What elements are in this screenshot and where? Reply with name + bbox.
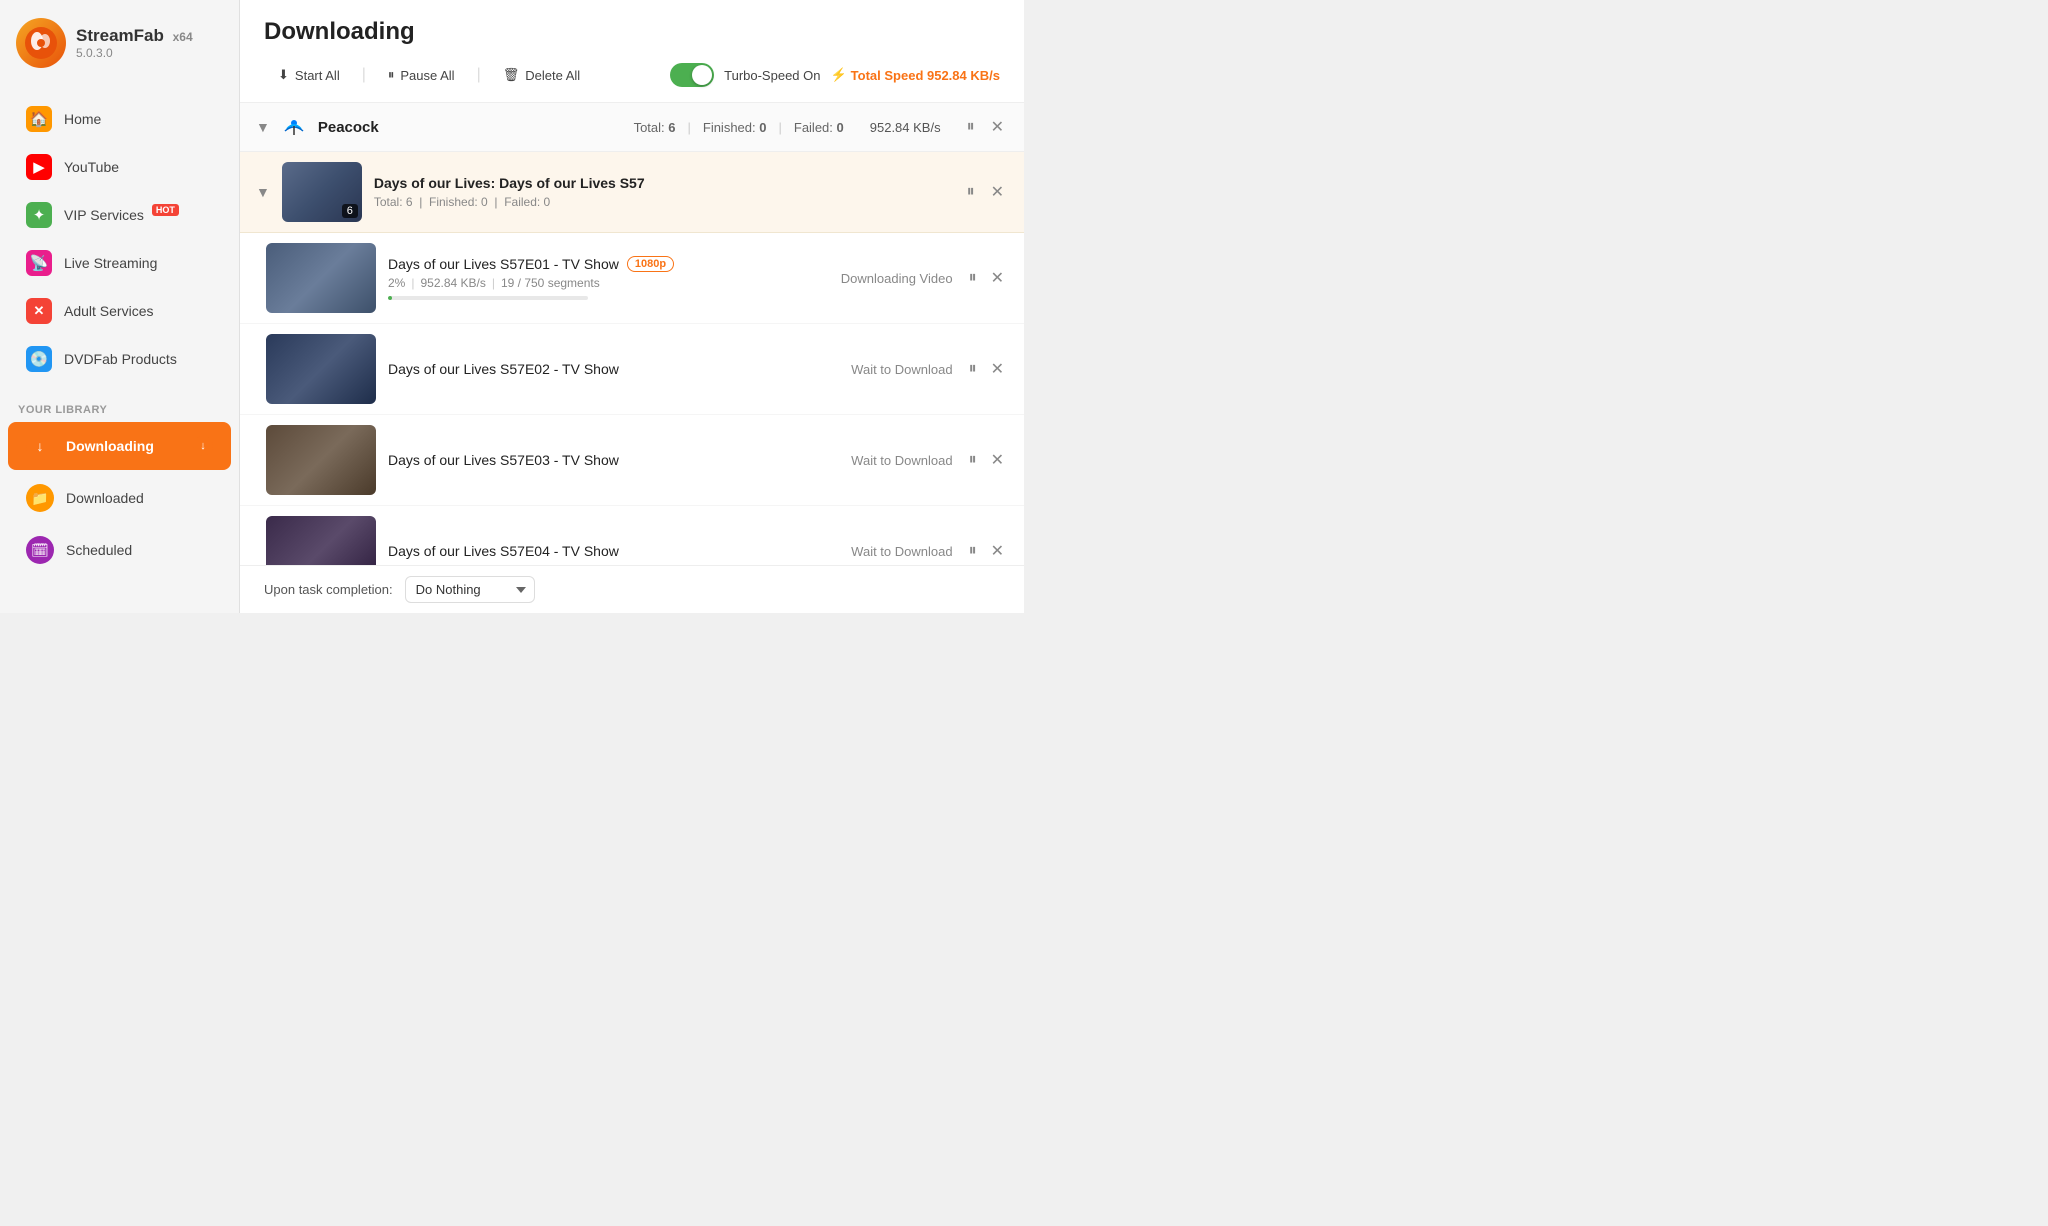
sidebar-item-scheduled[interactable]: 🗓 Scheduled	[8, 526, 231, 574]
toolbar: ⬇ Start All | ⏸ Pause All | 🗑 Delete All…	[264, 60, 1000, 90]
sidebar-item-home[interactable]: 🏠 Home	[8, 96, 231, 142]
group-name: Peacock	[318, 119, 379, 136]
episode-progress-pct-1: 2%	[388, 276, 405, 290]
show-pause-button[interactable]: ⏸	[963, 180, 979, 204]
main-footer: Upon task completion: Do Nothing Shutdow…	[240, 565, 1024, 613]
episode-thumbnail-2	[266, 334, 376, 404]
sidebar: StreamFab x64 5.0.3.0 🏠 Home ▶ YouTube ✦…	[0, 0, 240, 613]
episode-status-4: Wait to Download	[823, 544, 953, 559]
live-icon: 📡	[26, 250, 52, 276]
sidebar-item-downloaded[interactable]: 📁 Downloaded	[8, 474, 231, 522]
group-speed: 952.84 KB/s	[870, 120, 941, 135]
episode-title-2: Days of our Lives S57E02 - TV Show	[388, 361, 619, 377]
episode-title-4: Days of our Lives S57E04 - TV Show	[388, 543, 619, 559]
episode-pause-button-4[interactable]: ⏸	[965, 540, 981, 562]
logo-icon	[16, 18, 66, 68]
episode-close-button-3[interactable]: ✕	[987, 448, 1008, 472]
episode-progress-fill-1	[388, 296, 392, 300]
start-all-icon: ⬇	[278, 67, 289, 83]
peacock-icon	[280, 113, 308, 141]
downloading-badge: ↓	[193, 436, 213, 456]
episode-status-1: Downloading Video	[823, 271, 953, 286]
sidebar-label-live: Live Streaming	[64, 255, 157, 271]
episode-thumbnail-1	[266, 243, 376, 313]
sidebar-label-scheduled: Scheduled	[66, 542, 132, 558]
total-speed-label: ⚡ Total Speed 952.84 KB/s	[830, 67, 1000, 83]
episode-segments-1: 19 / 750 segments	[501, 276, 600, 290]
episode-item-4: Days of our Lives S57E04 - TV Show Wait …	[240, 506, 1024, 565]
app-name: StreamFab x64	[76, 26, 193, 46]
app-version: 5.0.3.0	[76, 46, 193, 60]
episode-pause-button-3[interactable]: ⏸	[965, 449, 981, 471]
episode-title-3: Days of our Lives S57E03 - TV Show	[388, 452, 619, 468]
episode-status-3: Wait to Download	[823, 453, 953, 468]
episode-title-1: Days of our Lives S57E01 - TV Show	[388, 256, 619, 272]
episode-item-1: Days of our Lives S57E01 - TV Show 1080p…	[240, 233, 1024, 324]
adult-icon: ✕	[26, 298, 52, 324]
delete-all-icon: 🗑	[503, 67, 520, 83]
episode-item-3: Days of our Lives S57E03 - TV Show Wait …	[240, 415, 1024, 506]
vip-icon: ✦	[26, 202, 52, 228]
show-chevron-icon[interactable]: ▼	[256, 184, 270, 200]
main-header: Downloading ⬇ Start All | ⏸ Pause All | …	[240, 0, 1024, 103]
turbo-toggle[interactable]	[670, 63, 714, 87]
sidebar-label-dvdfab: DVDFab Products	[64, 351, 177, 367]
page-title: Downloading	[264, 18, 1000, 46]
group-close-button[interactable]: ✕	[987, 115, 1008, 139]
start-all-button[interactable]: ⬇ Start All	[264, 60, 354, 90]
resolution-badge-1: 1080p	[627, 256, 674, 272]
hot-badge: HOT	[152, 204, 179, 216]
sidebar-nav: 🏠 Home ▶ YouTube ✦ VIP Services HOT 📡 Li…	[0, 86, 239, 392]
show-thumbnail: 6	[282, 162, 362, 222]
episode-thumbnail-4	[266, 516, 376, 565]
youtube-icon: ▶	[26, 154, 52, 180]
sidebar-label-adult: Adult Services	[64, 303, 153, 319]
sidebar-label-downloaded: Downloaded	[66, 490, 144, 506]
sidebar-item-adult[interactable]: ✕ Adult Services	[8, 288, 231, 334]
sidebar-item-downloading[interactable]: ↓ Downloading ↓	[8, 422, 231, 470]
show-item: ▼ 6 Days of our Lives: Days of our Lives…	[240, 152, 1024, 233]
episode-speed-1: 952.84 KB/s	[420, 276, 485, 290]
downloaded-icon: 📁	[26, 484, 54, 512]
episode-pause-button-2[interactable]: ⏸	[965, 358, 981, 380]
group-chevron-icon[interactable]: ▼	[256, 119, 270, 135]
library-section-label: YOUR LIBRARY	[0, 392, 239, 420]
episode-status-2: Wait to Download	[823, 362, 953, 377]
app-logo: StreamFab x64 5.0.3.0	[0, 0, 239, 86]
episode-close-button-1[interactable]: ✕	[987, 266, 1008, 290]
downloading-icon: ↓	[26, 432, 54, 460]
completion-label: Upon task completion:	[264, 582, 393, 597]
pause-all-icon: ⏸	[388, 67, 395, 83]
sidebar-item-live[interactable]: 📡 Live Streaming	[8, 240, 231, 286]
completion-action-select[interactable]: Do Nothing Shutdown Sleep Hibernate	[405, 576, 535, 603]
group-header-peacock: ▼ Peacock Total: 6 | Finished: 0 | Faile…	[240, 103, 1024, 152]
episode-close-button-2[interactable]: ✕	[987, 357, 1008, 381]
sidebar-label-downloading: Downloading	[66, 438, 154, 454]
home-icon: 🏠	[26, 106, 52, 132]
sidebar-label-home: Home	[64, 111, 101, 127]
show-name: Days of our Lives: Days of our Lives S57	[374, 175, 951, 191]
episode-item-2: Days of our Lives S57E02 - TV Show Wait …	[240, 324, 1024, 415]
turbo-label: Turbo-Speed On	[724, 68, 820, 83]
episode-thumbnail-3	[266, 425, 376, 495]
delete-all-button[interactable]: 🗑 Delete All	[489, 60, 594, 90]
pause-all-button[interactable]: ⏸ Pause All	[374, 60, 469, 90]
sidebar-item-youtube[interactable]: ▶ YouTube	[8, 144, 231, 190]
episode-pause-button-1[interactable]: ⏸	[965, 267, 981, 289]
episode-close-button-4[interactable]: ✕	[987, 539, 1008, 563]
scheduled-icon: 🗓	[26, 536, 54, 564]
sidebar-item-vip[interactable]: ✦ VIP Services HOT	[8, 192, 231, 238]
main-content: Downloading ⬇ Start All | ⏸ Pause All | …	[240, 0, 1024, 613]
show-count-badge: 6	[342, 204, 358, 218]
group-pause-button[interactable]: ⏸	[963, 115, 979, 139]
episode-progress-bar-1	[388, 296, 588, 300]
sidebar-label-youtube: YouTube	[64, 159, 119, 175]
dvdfab-icon: 💿	[26, 346, 52, 372]
show-close-button[interactable]: ✕	[987, 180, 1008, 204]
download-list: ▼ Peacock Total: 6 | Finished: 0 | Faile…	[240, 103, 1024, 565]
sidebar-label-vip: VIP Services	[64, 207, 144, 223]
sidebar-item-dvdfab[interactable]: 💿 DVDFab Products	[8, 336, 231, 382]
show-stats: Total: 6 | Finished: 0 | Failed: 0	[374, 195, 951, 209]
